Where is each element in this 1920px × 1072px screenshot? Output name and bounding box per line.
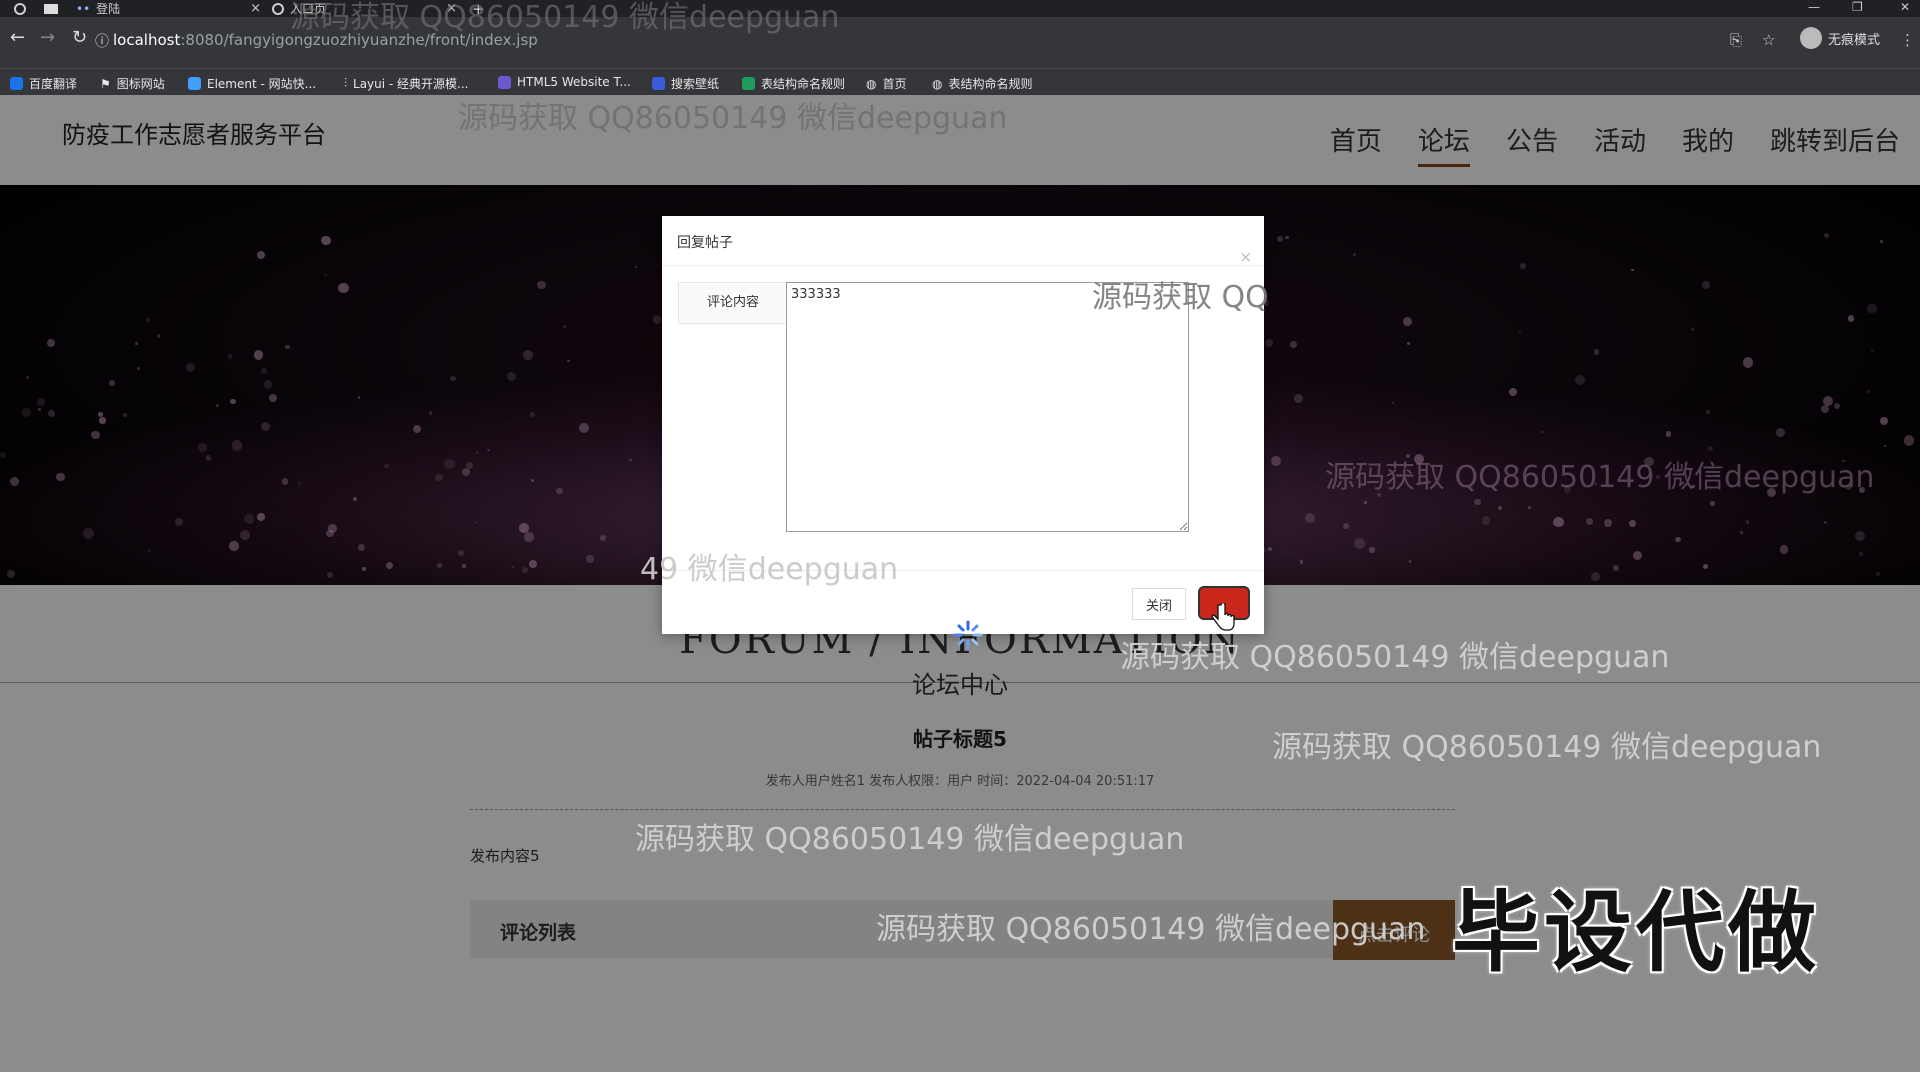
tab-dots-icon: •• [76,1,91,16]
url-host: localhost [113,31,181,49]
chrome-icon [14,0,26,17]
comment-textarea[interactable]: 333333 [786,282,1189,532]
watermark: 源码获取 QQ86050149 微信deepguan [1120,640,1670,675]
incognito-profile[interactable]: 无痕模式 [1800,27,1880,49]
tab-list-icon[interactable] [44,0,58,17]
sheet-icon [742,77,755,90]
flag-icon: ⚑ [100,76,111,91]
element-icon [188,77,201,90]
browser-tab-bar: •• 登陆 × 入口页 × + — ❐ ✕ [0,0,1920,18]
screen: •• 登陆 × 入口页 × + — ❐ ✕ ← → ↻ ⓘ localhost:… [0,0,1920,1072]
bookmark-item[interactable]: 搜索壁纸 [652,75,719,92]
reload-icon[interactable]: ↻ [72,27,87,48]
close-button[interactable]: 关闭 [1132,588,1186,620]
forward-icon[interactable]: → [40,27,55,48]
watermark: 源码获取 QQ86050149 微信deepguan [1272,730,1822,765]
layui-icon: ⫶ [344,76,348,90]
bookmark-label: Layui - 经典开源模... [353,77,469,91]
bookmark-label: 首页 [882,77,907,91]
minimize-icon[interactable]: — [1808,0,1820,14]
menu-icon[interactable]: ⋮ [1900,31,1915,49]
bookmark-label: 图标网站 [116,77,165,91]
watermark: 源码获取 QQ86050149 微信deepguan [1325,460,1875,495]
bookmark-label: 表结构命名规则 [761,77,846,91]
bookmark-item[interactable]: ◍ 首页 [866,75,907,92]
bookmark-item[interactable]: 表结构命名规则 [742,75,845,92]
dialog-header: 回复帖子 × [662,216,1264,266]
bookmarks-bar: 百度翻译 ⚑ 图标网站 Element - 网站快... ⫶ Layui - 经典开… [0,68,1920,95]
watermark: 源码获取 QQ [1092,280,1269,315]
translate-icon[interactable]: ⎘ [1730,31,1742,49]
bookmark-item[interactable]: ⚑ 图标网站 [100,75,165,92]
back-icon[interactable]: ← [10,27,25,48]
bookmark-label: Element - 网站快... [207,77,317,91]
profile-label: 无痕模式 [1828,32,1881,48]
html5-icon [498,75,511,89]
site-info-icon[interactable]: ⓘ [95,31,109,51]
tab-login[interactable]: •• 登陆 × [76,0,261,17]
promo-stamp: 毕设代做 [1452,881,1821,984]
incognito-icon [1800,27,1822,49]
globe-icon: ◍ [866,76,877,91]
bookmark-item[interactable]: ◍ 表结构命名规则 [932,75,1033,92]
tab-close-icon[interactable]: × [250,1,261,16]
bookmark-label: HTML5 Website T... [517,75,631,89]
globe-icon: ◍ [932,76,943,91]
bookmark-item[interactable]: 百度翻译 [10,75,77,92]
bookmark-item[interactable]: ⫶ Layui - 经典开源模... [344,75,469,92]
watermark: 源码获取 QQ86050149 微信deepguan [635,822,1185,857]
bookmark-label: 表结构命名规则 [948,77,1033,91]
tab-login-label: 登陆 [96,2,121,16]
watermark: 源码获取 QQ86050149 微信deepguan [458,101,1008,136]
close-icon[interactable]: × [1239,248,1252,266]
translate-bookmark-icon [10,77,23,90]
bookmark-item[interactable]: Element - 网站快... [188,75,316,92]
comment-field-label: 评论内容 [678,282,788,324]
globe-icon [272,2,284,15]
wallpaper-icon [652,77,665,90]
bookmark-label: 搜索壁纸 [671,77,720,91]
loading-spinner-icon [953,620,983,650]
star-icon[interactable]: ☆ [1762,31,1775,49]
restore-icon[interactable]: ❐ [1852,0,1863,14]
watermark: 49 微信deepguan [640,552,899,587]
hand-cursor-icon [1211,603,1235,631]
watermark: 源码获取 QQ86050149 微信deepguan [876,912,1426,947]
watermark: 源码获取 QQ86050149 微信deepguan [290,0,840,35]
bookmark-label: 百度翻译 [29,77,78,91]
address-bar: ← → ↻ ⓘ localhost:8080/fangyigongzuozhiy… [0,17,1920,68]
dialog-title: 回复帖子 [677,235,733,251]
close-window-icon[interactable]: ✕ [1900,0,1910,14]
bookmark-item[interactable]: HTML5 Website T... [498,75,631,89]
